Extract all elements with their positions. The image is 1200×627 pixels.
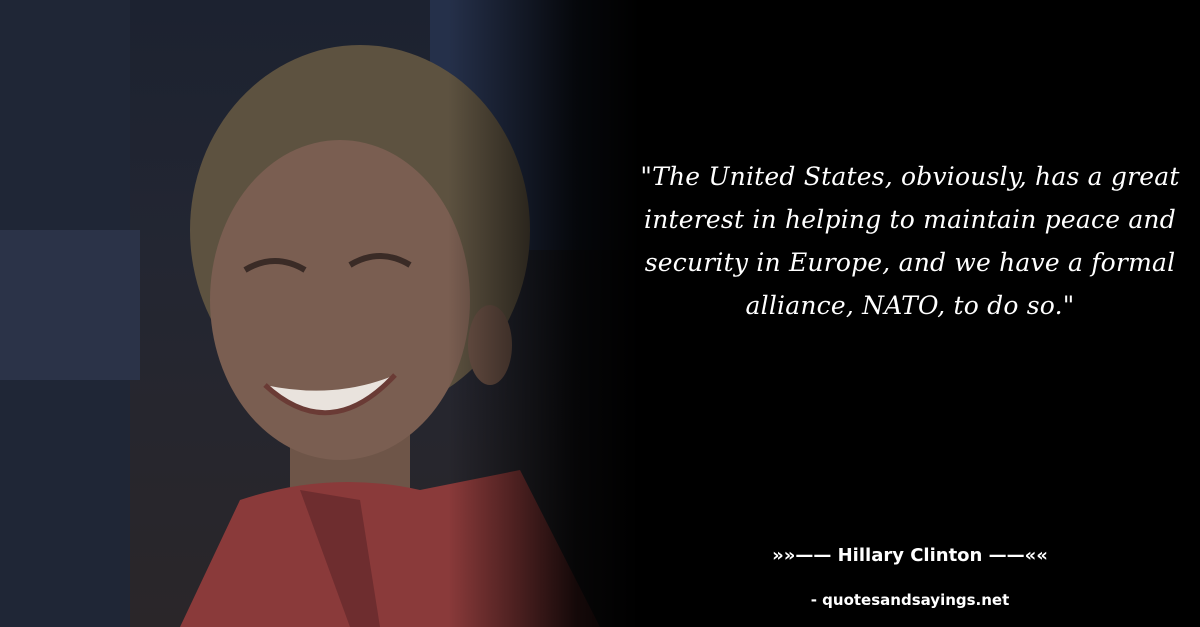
author-line: »»—— Hillary Clinton ——«« (772, 545, 1048, 566)
portrait-photo (0, 0, 640, 627)
site-credit: - quotesandsayings.net (810, 591, 1010, 609)
photo-fade-overlay (0, 0, 640, 627)
quote-text: "The United States, obviously, has a gre… (640, 162, 1180, 320)
